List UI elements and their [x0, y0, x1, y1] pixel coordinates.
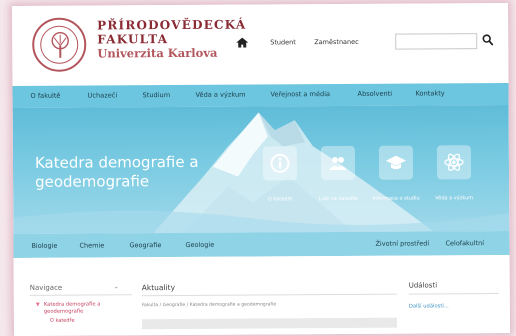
breadcrumb[interactable]: Fakulta / Geografie / Katedra demografie… [142, 302, 276, 308]
nav-item-absolventi[interactable]: Absolventi [358, 90, 393, 98]
nav-item-studium[interactable]: Studium [143, 91, 171, 99]
section-celofakultni[interactable]: Celofakultní [445, 239, 484, 247]
nav-item-uchazeci[interactable]: Uchazeči [88, 91, 118, 99]
section-nav: Biologie Chemie Geografie Geologie Život… [13, 230, 510, 258]
nav-item-o-fakulte[interactable]: O fakultě [31, 92, 61, 100]
graduation-cap-icon [385, 155, 406, 170]
content-area: Navigace ⌄ ▼ Katedra demografie a geodem… [13, 254, 511, 336]
hero-button-o-katedre[interactable] [262, 146, 298, 181]
nav-item-veda-a-vyzkum[interactable]: Věda a výzkum [196, 91, 246, 99]
sidebar-item-katedra[interactable]: Katedra demografie a geodemografie [44, 301, 126, 315]
chevron-down-icon: ▼ [35, 301, 40, 308]
atom-icon [444, 153, 464, 171]
department-title: Katedra demografie a geodemografie [34, 152, 199, 191]
sidebar-title: Navigace [29, 283, 63, 292]
news-placeholder-block [141, 317, 397, 330]
page-screenshot: PŘÍRODOVĚDECKÁ FAKULTA Univerzita Karlov… [12, 2, 511, 336]
section-biologie[interactable]: Biologie [31, 242, 57, 250]
hero-button-veda-a-vyzkum[interactable] [436, 145, 472, 180]
hero-label-o-katedre[interactable]: O katedře [250, 196, 310, 202]
hero-label-lide-na-katedre[interactable]: Lidé na katedře [308, 196, 368, 202]
logo-line-1: PŘÍRODOVĚDECKÁ [97, 17, 247, 33]
info-icon [270, 153, 290, 173]
chevron-down-icon[interactable]: ⌄ [114, 283, 119, 290]
divider [141, 293, 397, 297]
link-student[interactable]: Student [270, 38, 296, 46]
section-title-udalosti: Události [408, 281, 438, 290]
faculty-logo-text[interactable]: PŘÍRODOVĚDECKÁ FAKULTA Univerzita Karlov… [97, 17, 247, 61]
nav-item-kontakty[interactable]: Kontakty [416, 89, 445, 97]
hero-label-veda-a-vyzkum[interactable]: Věda a výzkum [424, 195, 484, 201]
section-geografie[interactable]: Geografie [129, 241, 161, 249]
section-title-aktuality: Aktuality [141, 283, 176, 293]
main-nav: O fakultě Uchazeči Studium Věda a výzkum… [12, 82, 509, 108]
university-seal-logo[interactable] [32, 17, 87, 72]
section-geologie[interactable]: Geologie [185, 241, 214, 249]
people-icon [329, 156, 348, 171]
home-icon[interactable] [236, 37, 249, 48]
section-zivotni-prostredi[interactable]: Životní prostředí [375, 239, 429, 247]
divider [408, 293, 499, 295]
logo-line-2: FAKULTA [97, 32, 169, 47]
logo-line-3: Univerzita Karlova [97, 45, 218, 61]
more-events-link[interactable]: Další události... [409, 303, 449, 309]
link-zamestnanec[interactable]: Zaměstnanec [314, 38, 359, 46]
site-header: PŘÍRODOVĚDECKÁ FAKULTA Univerzita Karlov… [12, 2, 509, 86]
search-icon[interactable] [482, 34, 494, 46]
nav-item-verejnost-a-media[interactable]: Veřejnost a média [271, 90, 331, 98]
section-chemie[interactable]: Chemie [79, 241, 104, 249]
hero-button-informace-o-studiu[interactable] [378, 145, 414, 180]
tree-icon [51, 32, 69, 58]
hero-banner: Katedra demografie a geodemografie O kat… [12, 104, 510, 234]
hero-label-informace-o-studiu[interactable]: Informace o studiu [366, 195, 426, 202]
sidebar-sub-item[interactable]: Ο katedře [50, 318, 75, 324]
search-input[interactable] [395, 33, 478, 50]
divider [29, 294, 132, 296]
hero-button-lide-na-katedre[interactable] [320, 145, 356, 181]
